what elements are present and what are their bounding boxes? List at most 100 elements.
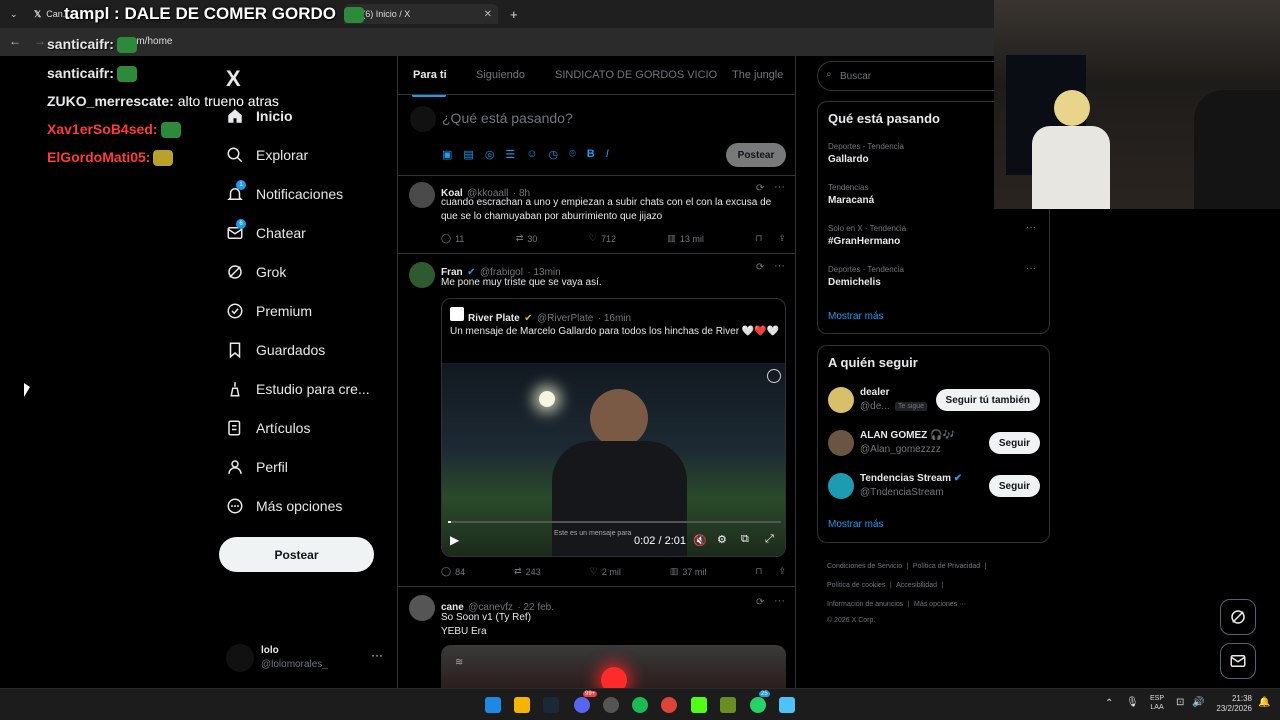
tweet[interactable]: Koal @kkoaall · 8h ⟳ ··· cuando escracha…	[398, 176, 795, 253]
clock[interactable]: 21:38 23/2/2026	[1212, 694, 1252, 714]
more-icon[interactable]: ···	[774, 181, 785, 193]
retweet-button[interactable]: ⇄ 243	[514, 566, 541, 577]
footer-link[interactable]: Política de Privacidad	[913, 563, 980, 570]
footer-link[interactable]: Información de anuncios	[827, 601, 903, 608]
bold-icon[interactable]: B	[587, 148, 595, 161]
tab-following[interactable]: Siguiendo	[476, 69, 525, 81]
post-button[interactable]: Postear	[219, 537, 374, 572]
nav-more[interactable]: Más opciones	[226, 488, 342, 524]
nav-profile[interactable]: Perfil	[226, 449, 288, 485]
grok-icon[interactable]: ⟳	[756, 262, 764, 273]
follow-button[interactable]: Seguir	[988, 432, 1040, 454]
more-icon[interactable]: ···	[774, 595, 785, 607]
search-input[interactable]: Buscar	[840, 71, 871, 82]
pip-icon[interactable]: ⧉	[741, 533, 749, 546]
microphone-icon[interactable]: 🎙	[1126, 697, 1139, 708]
views-button[interactable]: ▥ 13 mil	[667, 233, 704, 244]
nav-notifications[interactable]: 1 Notificaciones	[226, 176, 343, 212]
grok-icon[interactable]: ⟳	[756, 597, 764, 608]
spotify-icon[interactable]	[632, 697, 648, 713]
account-more-icon[interactable]: ···	[371, 648, 383, 662]
discord-icon[interactable]: 99+	[574, 691, 598, 713]
nav-premium[interactable]: Premium	[226, 293, 312, 329]
browser-tab-active[interactable]: 𝕏 (6) Inicio / X ✕	[344, 4, 498, 24]
kick-icon[interactable]	[691, 697, 707, 713]
composer-input[interactable]: ¿Qué está pasando?	[442, 110, 573, 126]
volume-icon[interactable]: 🔊	[1192, 697, 1204, 708]
close-tab-icon[interactable]: ✕	[484, 9, 492, 20]
reply-button[interactable]: ◯ 84	[441, 566, 465, 577]
bookmark-button[interactable]: ⊓ ⇪	[755, 566, 786, 577]
quote-tweet[interactable]: River Plate ✔ @RiverPlate · 16min Un men…	[441, 298, 786, 557]
messages-float-button[interactable]	[1220, 643, 1256, 679]
nav-chat[interactable]: 6 Chatear	[226, 215, 306, 251]
video-player[interactable]: Este es un mensaje para ▶ 0:02 / 2:01 🔇 …	[442, 363, 785, 556]
tab-for-you[interactable]: Para ti	[413, 69, 447, 81]
reply-button[interactable]: ◯ 11	[441, 233, 464, 244]
chrome-icon[interactable]	[661, 697, 677, 713]
whatsapp-icon[interactable]: 25	[750, 691, 770, 713]
more-icon[interactable]: ···	[1026, 263, 1036, 274]
steam-icon[interactable]	[543, 697, 559, 713]
forward-icon[interactable]: →	[34, 34, 46, 48]
nav-grok[interactable]: Grok	[226, 254, 286, 290]
footer-link[interactable]: Política de cookies	[827, 582, 885, 589]
retweet-button[interactable]: ⇄ 30	[516, 233, 538, 244]
play-icon[interactable]: ▶	[450, 533, 459, 547]
windows-start-icon[interactable]	[485, 697, 501, 713]
nav-bookmarks[interactable]: Guardados	[226, 332, 325, 368]
obs-icon[interactable]	[603, 697, 619, 713]
image-icon[interactable]: ▣	[442, 148, 452, 161]
trend-item[interactable]: Deportes · Tendencia Demichelis	[828, 265, 1040, 288]
show-more-follow[interactable]: Mostrar más	[828, 519, 884, 530]
poll-icon[interactable]: ☰	[505, 148, 515, 161]
like-button[interactable]: ♡ 712	[589, 233, 616, 244]
nav-studio[interactable]: Estudio para cre...	[226, 371, 370, 407]
like-button[interactable]: ♡ 2 mil	[590, 566, 621, 577]
grok-icon[interactable]: ⟳	[756, 183, 764, 194]
nav-articles[interactable]: Artículos	[226, 410, 310, 446]
tweet[interactable]: Fran ✔ @frabigol · 13min ⟳ ··· Me pone m…	[398, 254, 795, 586]
italic-icon[interactable]: I	[606, 148, 609, 161]
new-tab-button[interactable]: +	[504, 4, 522, 24]
network-icon[interactable]: ⊡	[1176, 697, 1184, 708]
share-icon[interactable]: ⇪	[778, 566, 786, 577]
grok-float-button[interactable]	[1220, 599, 1256, 635]
follow-button[interactable]: Seguir	[988, 475, 1040, 497]
x-logo-icon[interactable]: X	[226, 66, 241, 92]
mute-icon[interactable]: 🔇	[693, 534, 707, 547]
footer-link[interactable]: Condiciones de Servicio	[827, 563, 902, 570]
file-explorer-icon[interactable]	[514, 697, 530, 713]
composer-post-button[interactable]: Postear	[726, 143, 786, 167]
footer-link[interactable]: Más opciones ···	[914, 601, 966, 608]
tab-list-button[interactable]: ⌄	[4, 4, 22, 24]
emoji-icon[interactable]: ☺	[526, 148, 537, 161]
grok-icon[interactable]: ◎	[485, 148, 495, 161]
location-icon[interactable]: ⌾	[569, 148, 576, 161]
tray-chevron-icon[interactable]: ⌃	[1105, 698, 1113, 709]
follow-back-button[interactable]: Seguir tú también	[935, 389, 1040, 411]
bookmark-button[interactable]: ⊓ ⇪	[755, 233, 786, 244]
language-indicator[interactable]: ESP LAA	[1150, 694, 1164, 712]
notepad-icon[interactable]	[779, 697, 795, 713]
nav-home[interactable]: Inicio	[226, 98, 293, 134]
gif-icon[interactable]: ▤	[463, 148, 473, 161]
nav-explore[interactable]: Explorar	[226, 137, 308, 173]
tweet-media[interactable]: ≋	[441, 645, 786, 688]
back-icon[interactable]: ←	[9, 34, 21, 48]
schedule-icon[interactable]: ◷	[549, 148, 559, 161]
trend-item[interactable]: Solo en X · Tendencia #GranHermano	[828, 224, 1040, 247]
views-button[interactable]: ▥ 37 mil	[670, 566, 707, 577]
fullscreen-icon[interactable]: ⤢	[765, 533, 774, 546]
show-more-trends[interactable]: Mostrar más	[828, 311, 884, 322]
more-icon[interactable]: ···	[1026, 222, 1036, 233]
notification-bell-icon[interactable]: 🔔	[1258, 697, 1270, 708]
account-switcher[interactable]: lolo @lolomorales_ ···	[226, 640, 391, 676]
video-progress[interactable]	[448, 521, 781, 523]
share-icon[interactable]: ⇪	[778, 233, 786, 244]
settings-icon[interactable]: ⚙	[717, 533, 727, 546]
tab-list-sindicato[interactable]: SINDICATO DE GORDOS VICIO	[555, 69, 717, 81]
minecraft-icon[interactable]	[720, 697, 736, 713]
tweet[interactable]: cane @canevfz · 22 feb. ⟳ ··· So Soon v1…	[398, 587, 795, 688]
tab-list-jungle[interactable]: The jungle	[732, 69, 783, 81]
